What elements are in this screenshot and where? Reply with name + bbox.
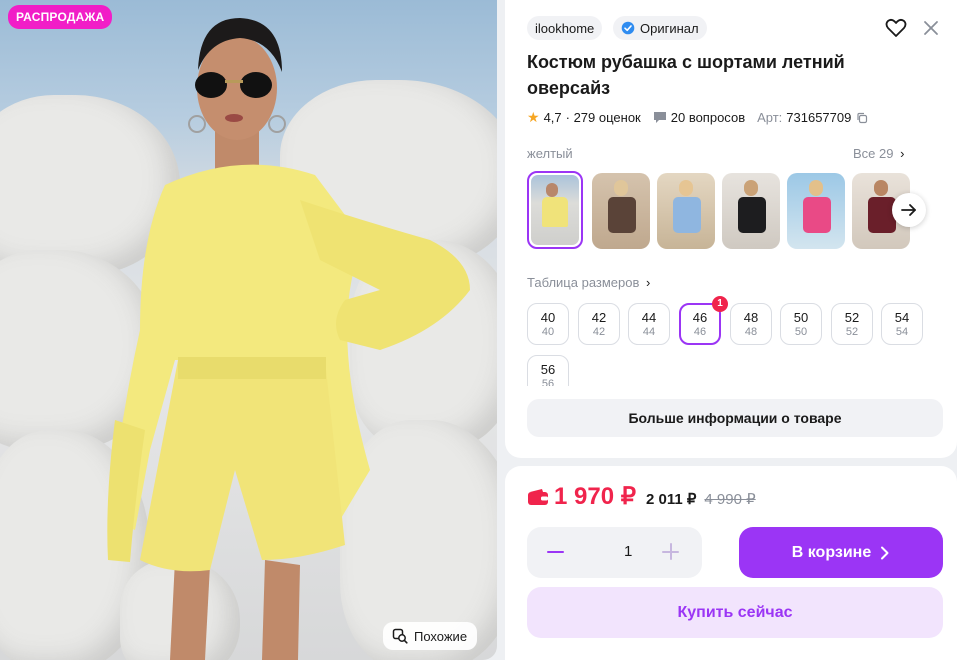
thumb-image: [531, 175, 579, 245]
buy-now-button[interactable]: Купить сейчас: [527, 587, 943, 638]
original-label: Оригинал: [640, 20, 699, 36]
model-figure: [107, 18, 470, 660]
size-value: 56: [540, 362, 556, 377]
color-thumb-blue[interactable]: [657, 173, 715, 249]
size-value: 46: [692, 310, 708, 325]
size-value: 50: [793, 310, 809, 325]
arrow-right-icon: [901, 204, 916, 216]
article-label: Арт:: [757, 110, 783, 125]
plus-icon-v: [669, 543, 672, 560]
size-option[interactable]: 54 54: [881, 303, 923, 345]
color-label: желтый: [527, 146, 573, 161]
increase-button[interactable]: [661, 542, 681, 562]
size-subvalue: 56: [541, 378, 555, 386]
in-cart-button[interactable]: В корзине: [739, 527, 943, 578]
chevron-right-icon: ›: [900, 146, 905, 161]
favorite-heart-icon[interactable]: [885, 18, 907, 38]
size-option[interactable]: 42 42: [578, 303, 620, 345]
size-value: 40: [540, 310, 556, 325]
size-subvalue: 54: [895, 326, 909, 338]
regular-price: 2 011 ₽: [646, 491, 697, 508]
size-value: 44: [641, 310, 657, 325]
size-option[interactable]: 40 40: [527, 303, 569, 345]
size-value: 54: [894, 310, 910, 325]
seller-name: ilookhome: [535, 20, 595, 36]
size-subvalue: 40: [541, 326, 555, 338]
similar-button[interactable]: Похожие: [383, 622, 478, 650]
color-thumb-yellow[interactable]: [527, 171, 583, 249]
more-info-button[interactable]: Больше информации о товаре: [527, 399, 943, 437]
size-option-selected[interactable]: 46 46 1: [679, 296, 728, 345]
quantity-stepper: 1: [527, 527, 702, 578]
size-clip: 56 56: [525, 353, 585, 386]
color-thumb-print[interactable]: [592, 173, 650, 249]
size-subvalue: 42: [592, 326, 606, 338]
all-colors-label: Все 29: [853, 146, 894, 161]
similar-search-icon: [392, 628, 408, 644]
verified-check-icon: [621, 21, 635, 35]
color-thumb-pink[interactable]: [787, 173, 845, 249]
cart-count-badge: 1: [712, 296, 728, 312]
size-subvalue: 50: [794, 326, 808, 338]
size-option[interactable]: 56 56: [527, 355, 569, 386]
product-photo[interactable]: РАСПРОДАЖА Похожие: [0, 0, 497, 660]
similar-label: Похожие: [414, 628, 468, 644]
size-subvalue: 52: [845, 326, 859, 338]
size-table-label: Таблица размеров: [527, 275, 640, 290]
star-icon: ★: [527, 109, 540, 125]
size-value: 42: [591, 310, 607, 325]
product-info-panel: ilookhome Оригинал Костюм рубашка с шорт…: [505, 0, 957, 458]
in-cart-label: В корзине: [791, 543, 872, 561]
size-subvalue: 46: [693, 326, 707, 338]
reviews-count[interactable]: · 279 оценок: [566, 110, 641, 125]
size-table-link[interactable]: Таблица размеров ›: [527, 275, 650, 290]
chevron-right-icon: [881, 546, 889, 559]
decrease-button[interactable]: [545, 542, 565, 562]
product-title: Костюм рубашка с шортами летний оверсайз: [527, 52, 845, 98]
all-colors-link[interactable]: Все 29 ›: [853, 146, 904, 161]
seller-chip[interactable]: ilookhome: [527, 16, 603, 40]
size-option[interactable]: 52 52: [831, 303, 873, 345]
questions-count[interactable]: 20 вопросов: [671, 110, 745, 125]
close-icon[interactable]: [923, 20, 939, 36]
original-chip[interactable]: Оригинал: [613, 16, 707, 40]
size-option[interactable]: 48 48: [730, 303, 772, 345]
minus-icon: [547, 551, 564, 553]
price-row: 1 970 ₽ 2 011 ₽ 4 990 ₽: [527, 482, 756, 511]
sale-badge: РАСПРОДАЖА: [8, 5, 113, 29]
color-thumb-black[interactable]: [722, 173, 780, 249]
wallet-icon: [528, 489, 548, 505]
copy-icon[interactable]: [856, 112, 868, 124]
questions-icon: [653, 112, 666, 123]
quantity-value[interactable]: 1: [624, 543, 632, 560]
chevron-right-icon: ›: [646, 275, 651, 290]
purchase-panel: 1 970 ₽ 2 011 ₽ 4 990 ₽ 1 В корзине Купи…: [505, 466, 957, 660]
wallet-price: 1 970 ₽: [554, 483, 636, 510]
product-meta: ★ 4,7 · 279 оценок 20 вопросов Арт: 7316…: [527, 109, 868, 126]
rating-value[interactable]: 4,7: [544, 110, 562, 125]
size-option[interactable]: 44 44: [628, 303, 670, 345]
size-subvalue: 48: [744, 326, 758, 338]
article-number: 731657709: [786, 110, 852, 125]
old-price: 4 990 ₽: [704, 491, 756, 508]
size-option[interactable]: 50 50: [780, 303, 822, 345]
thumbs-next-button[interactable]: [892, 193, 926, 227]
size-subvalue: 44: [642, 326, 656, 338]
size-value: 52: [844, 310, 860, 325]
size-value: 48: [743, 310, 759, 325]
